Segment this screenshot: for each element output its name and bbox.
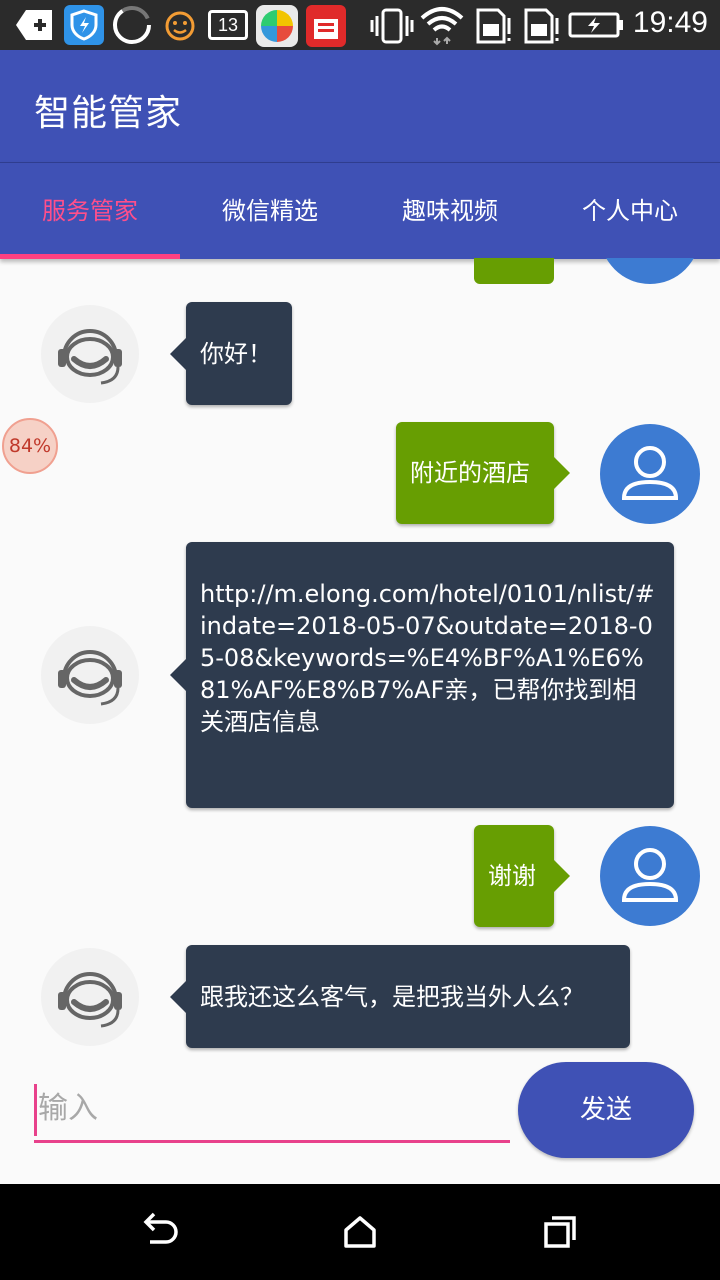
headset-icon bbox=[58, 972, 122, 1028]
message-text: http://m.elong.com/hotel/0101/nlist/#ind… bbox=[200, 580, 655, 736]
sim1-icon bbox=[476, 8, 511, 44]
tab-fun-videos[interactable]: 趣味视频 bbox=[360, 163, 540, 259]
message-text: 谢谢 bbox=[488, 862, 536, 890]
loading-ring-icon bbox=[113, 6, 151, 44]
sim2-icon bbox=[524, 8, 559, 44]
floating-battery-ball[interactable]: 84% bbox=[2, 418, 58, 474]
scrolled-user-bubble bbox=[474, 258, 554, 284]
bot-message-bubble[interactable]: http://m.elong.com/hotel/0101/nlist/#ind… bbox=[170, 542, 674, 808]
text-cursor bbox=[34, 1084, 37, 1136]
scrolled-user-avatar bbox=[600, 258, 700, 284]
user-message-bubble[interactable]: 谢谢 bbox=[474, 825, 570, 927]
clock: 19:49 bbox=[632, 6, 708, 39]
wifi-icon bbox=[420, 7, 464, 46]
tab-personal-center[interactable]: 个人中心 bbox=[540, 163, 720, 259]
recents-icon[interactable] bbox=[538, 1210, 582, 1254]
home-icon[interactable] bbox=[338, 1210, 382, 1254]
status-bar: 13 19:49 bbox=[0, 0, 720, 50]
battery-icon bbox=[568, 12, 623, 38]
shield-icon bbox=[64, 5, 104, 45]
tab-bar: 服务管家 微信精选 趣味视频 个人中心 bbox=[0, 162, 720, 259]
message-text: 跟我还这么客气，是把我当外人么？ bbox=[200, 983, 584, 1011]
user-message-bubble[interactable]: 附近的酒店 bbox=[396, 422, 570, 524]
tab-wechat-picks[interactable]: 微信精选 bbox=[180, 163, 360, 259]
user-icon bbox=[621, 848, 679, 902]
navigation-bar bbox=[0, 1184, 720, 1280]
back-icon[interactable] bbox=[138, 1210, 182, 1254]
app-bar: 智能管家 bbox=[0, 50, 720, 162]
headset-icon bbox=[58, 329, 122, 385]
bot-message-bubble[interactable]: 跟我还这么客气，是把我当外人么？ bbox=[170, 945, 630, 1048]
red-app-icon bbox=[306, 5, 346, 47]
message-input[interactable] bbox=[34, 1080, 510, 1136]
tab-service-butler[interactable]: 服务管家 bbox=[0, 163, 180, 259]
bot-message-bubble[interactable]: 你好！ bbox=[170, 302, 292, 405]
add-icon bbox=[16, 10, 52, 40]
message-input-container bbox=[34, 1080, 510, 1143]
message-text: 附近的酒店 bbox=[410, 459, 530, 487]
bot-avatar bbox=[41, 305, 139, 403]
send-button[interactable]: 发送 bbox=[518, 1062, 694, 1158]
user-avatar bbox=[600, 826, 700, 926]
bot-avatar bbox=[41, 626, 139, 724]
pinwheel-app-icon bbox=[256, 5, 298, 47]
app-title: 智能管家 bbox=[34, 93, 183, 134]
face-icon bbox=[165, 11, 195, 41]
vibrate-icon bbox=[370, 8, 414, 44]
badge-count-icon: 13 bbox=[208, 10, 248, 40]
user-icon bbox=[621, 446, 679, 500]
bot-avatar bbox=[41, 948, 139, 1046]
headset-icon bbox=[58, 650, 122, 706]
user-avatar bbox=[600, 424, 700, 524]
chat-list[interactable]: 你好！ 附近的酒店 http://m.elong.com/hotel/0101/… bbox=[0, 258, 720, 1058]
message-text: 你好！ bbox=[200, 340, 272, 368]
